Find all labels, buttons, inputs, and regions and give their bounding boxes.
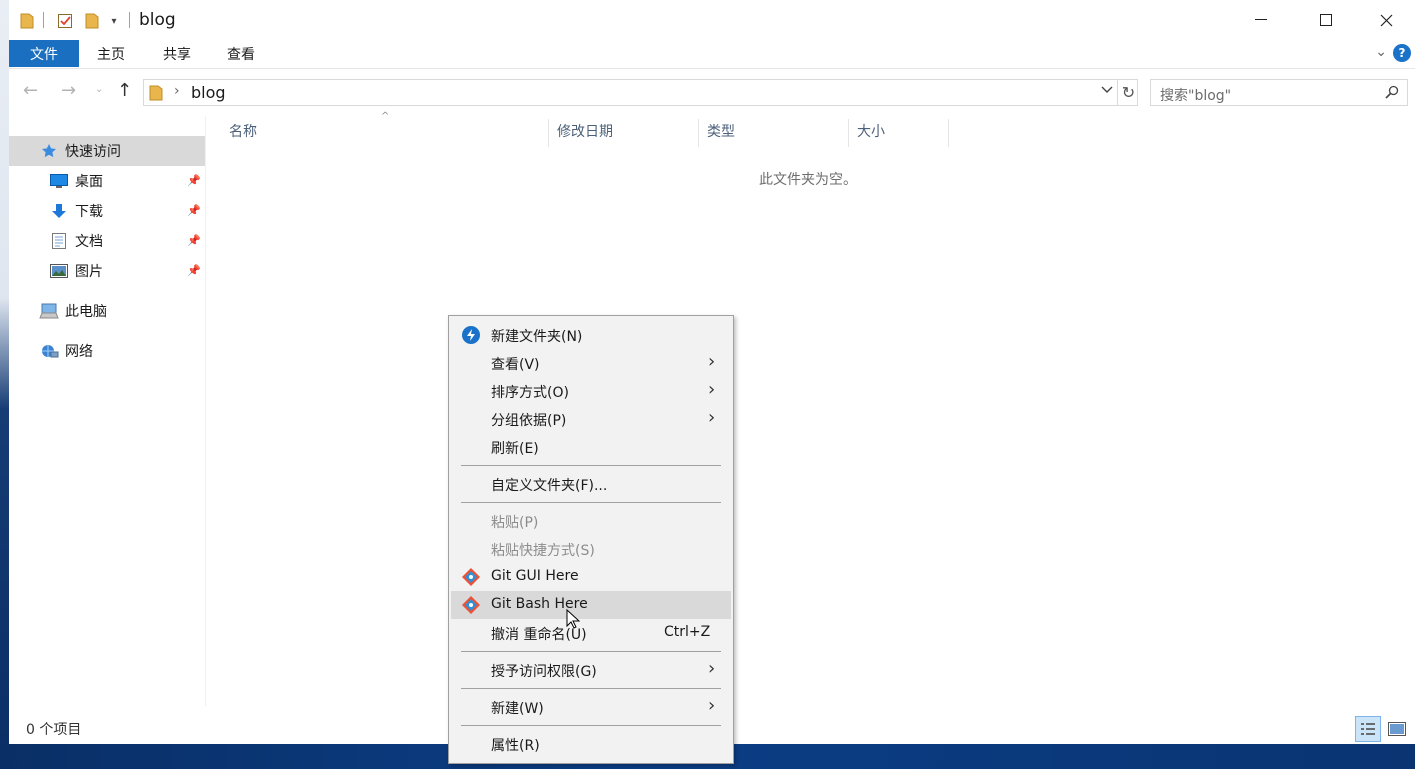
menu-item-new[interactable]: 新建(W) › [451,693,731,721]
sidebar-item-label: 下载 [75,204,103,220]
divider [129,12,130,28]
network-icon [39,342,59,360]
menu-item-git-gui-here[interactable]: Git GUI Here [451,563,731,591]
sidebar-item-label: 图片 [75,264,103,280]
computer-icon [39,302,59,320]
menu-item-paste-shortcut[interactable]: 粘贴快捷方式(S) [451,535,731,563]
help-icon[interactable]: ? [1393,44,1411,62]
sidebar-item-desktop[interactable]: 桌面 📌 [9,166,205,196]
menu-item-sort-by[interactable]: 排序方式(O) › [451,377,731,405]
sidebar-item-network[interactable]: 网络 [9,336,205,366]
new-folder-icon[interactable] [83,10,101,32]
breadcrumb-chevron-icon[interactable]: › [174,83,180,99]
picture-icon [49,262,69,280]
menu-item-properties[interactable]: 属性(R) [451,730,731,758]
git-icon [462,596,480,614]
new-folder-icon [462,326,480,344]
maximize-button[interactable] [1297,0,1355,40]
menu-item-refresh[interactable]: 刷新(E) [451,433,731,461]
sidebar-item-label: 快速访问 [65,144,121,160]
divider [43,12,44,28]
menu-separator [461,725,721,726]
close-button[interactable] [1357,0,1415,40]
properties-icon[interactable] [55,10,75,32]
column-header-type[interactable]: 类型 [699,119,849,147]
download-icon [49,202,69,220]
submenu-chevron-icon: › [708,351,716,372]
column-header-modified[interactable]: 修改日期 [549,119,699,147]
recent-locations-chevron-icon[interactable]: ⌄ [95,84,103,95]
desktop-background [0,0,9,744]
title-bar: ▾ blog [9,0,1415,40]
menu-item-view[interactable]: 查看(V) › [451,349,731,377]
git-icon [462,568,480,586]
menu-item-git-bash-here[interactable]: Git Bash Here [451,591,731,619]
submenu-chevron-icon: › [708,379,716,400]
refresh-icon[interactable]: ↻ [1117,80,1139,105]
shortcut-label: Ctrl+Z [664,624,711,640]
menu-separator [461,465,721,466]
menu-item-give-access[interactable]: 授予访问权限(G) › [451,656,731,684]
context-menu: 新建文件夹(N) 查看(V) › 排序方式(O) › 分组依据(P) › 刷新(… [448,315,734,764]
breadcrumb-current[interactable]: blog [191,83,226,102]
sidebar-item-pictures[interactable]: 图片 📌 [9,256,205,286]
minimize-button[interactable] [1232,0,1290,40]
pin-icon[interactable]: 📌 [187,264,201,277]
pin-icon[interactable]: 📌 [187,234,201,247]
search-input[interactable]: 搜索"blog" [1150,79,1408,106]
tab-share[interactable]: 共享 [149,40,205,67]
column-header-name[interactable]: 名称 [207,119,549,147]
sidebar-item-label: 网络 [65,344,93,360]
forward-arrow-icon[interactable]: → [61,80,76,101]
sidebar-item-documents[interactable]: 文档 📌 [9,226,205,256]
up-arrow-icon[interactable]: ↑ [117,80,132,101]
navigation-pane: 快速访问 桌面 📌 下载 📌 文档 📌 图片 📌 此电脑 网络 [9,116,205,706]
star-icon [39,142,59,160]
tab-home[interactable]: 主页 [83,40,139,67]
customize-toolbar-icon[interactable]: ▾ [107,10,121,32]
divider [205,116,206,706]
sidebar-item-label: 桌面 [75,174,103,190]
search-placeholder: 搜索"blog" [1160,88,1232,104]
sidebar-item-downloads[interactable]: 下载 📌 [9,196,205,226]
column-header-size[interactable]: 大小 [849,119,949,147]
large-icons-view-icon[interactable] [1384,716,1410,742]
submenu-chevron-icon: › [708,695,716,716]
address-bar[interactable]: › blog ↻ [143,79,1138,106]
menu-item-customize-folder[interactable]: 自定义文件夹(F)... [451,470,731,498]
empty-folder-message: 此文件夹为空。 [759,172,857,188]
sidebar-item-label: 此电脑 [65,304,107,320]
ribbon: 文件 主页 共享 查看 ⌄ ? [9,40,1415,69]
mouse-cursor-icon [566,609,580,629]
submenu-chevron-icon: › [708,658,716,679]
sidebar-item-quick-access[interactable]: 快速访问 [9,136,205,166]
window-title: blog [139,10,176,30]
menu-item-undo-rename[interactable]: 撤消 重命名(U) Ctrl+Z [451,619,731,647]
menu-item-group-by[interactable]: 分组依据(P) › [451,405,731,433]
search-icon [1385,85,1399,99]
menu-separator [461,651,721,652]
pin-icon[interactable]: 📌 [187,204,201,217]
menu-item-paste[interactable]: 粘贴(P) [451,507,731,535]
menu-separator [461,688,721,689]
details-view-icon[interactable] [1355,716,1381,742]
tab-view[interactable]: 查看 [213,40,269,67]
document-icon [49,232,69,250]
folder-icon[interactable] [18,10,36,32]
desktop-icon [49,172,69,190]
back-arrow-icon[interactable]: ← [23,80,38,101]
address-dropdown-chevron-icon[interactable] [1101,86,1113,94]
sidebar-item-label: 文档 [75,234,103,250]
menu-item-new-folder[interactable]: 新建文件夹(N) [451,321,731,349]
submenu-chevron-icon: › [708,407,716,428]
folder-icon [149,85,163,101]
expand-ribbon-chevron-icon[interactable]: ⌄ [1375,44,1387,60]
menu-separator [461,502,721,503]
pin-icon[interactable]: 📌 [187,174,201,187]
status-item-count: 0 个项目 [26,722,82,738]
sidebar-item-this-pc[interactable]: 此电脑 [9,296,205,326]
tab-file[interactable]: 文件 [9,40,79,67]
